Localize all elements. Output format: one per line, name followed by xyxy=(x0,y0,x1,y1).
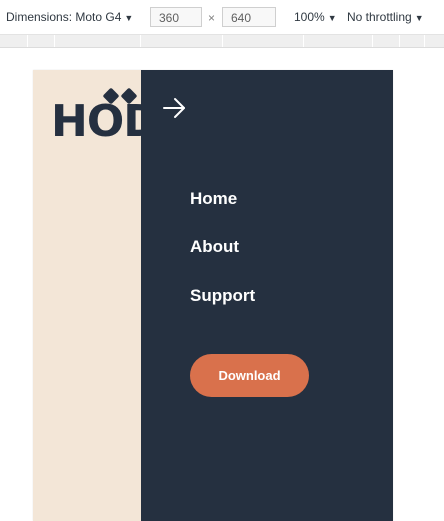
width-input[interactable]: 360 xyxy=(150,7,202,27)
nav-link-home[interactable]: Home xyxy=(190,189,237,209)
media-query-segment[interactable] xyxy=(303,35,304,47)
media-query-segment[interactable] xyxy=(399,35,400,47)
media-query-segment[interactable] xyxy=(424,35,425,47)
media-query-segment[interactable] xyxy=(27,35,28,47)
device-toolbar: Dimensions: Moto G4 ▼ 360 × 640 100% ▼ No … xyxy=(0,0,444,35)
throttling-label: No throttling xyxy=(347,10,412,24)
close-drawer-button[interactable] xyxy=(161,94,189,122)
dimension-separator: × xyxy=(208,11,216,25)
download-button[interactable]: Download xyxy=(190,354,309,397)
nav-link-about[interactable]: About xyxy=(190,237,239,257)
height-input[interactable]: 640 xyxy=(222,7,276,27)
device-viewport: HOD Lorem ip consect Lorem ipsu adipisic… xyxy=(33,70,393,521)
media-query-bar[interactable] xyxy=(0,35,444,48)
nav-drawer: Home About Support Download xyxy=(141,70,393,521)
chevron-down-icon: ▼ xyxy=(414,13,424,23)
zoom-selector[interactable]: 100% ▼ xyxy=(294,10,337,24)
media-query-segment[interactable] xyxy=(222,35,223,47)
chevron-down-icon: ▼ xyxy=(124,13,134,23)
zoom-label: 100% xyxy=(294,10,325,24)
device-selector[interactable]: Dimensions: Moto G4 ▼ xyxy=(6,10,133,24)
media-query-segment[interactable] xyxy=(140,35,141,47)
nav-link-support[interactable]: Support xyxy=(190,286,255,306)
arrow-right-icon xyxy=(163,98,185,118)
throttling-selector[interactable]: No throttling ▼ xyxy=(347,10,424,24)
media-query-segment[interactable] xyxy=(54,35,55,47)
chevron-down-icon: ▼ xyxy=(327,13,337,23)
media-query-segment[interactable] xyxy=(372,35,373,47)
device-selector-label: Dimensions: Moto G4 xyxy=(6,10,122,24)
